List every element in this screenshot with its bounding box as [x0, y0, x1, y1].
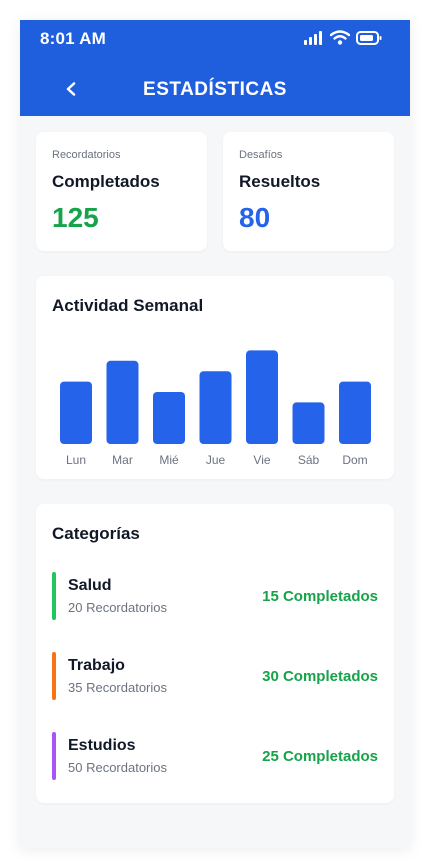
category-reminders: 35 Recordatorios [68, 680, 167, 695]
category-row-estudios[interactable]: Estudios 50 Recordatorios 25 Completados [52, 732, 378, 782]
stat-card-reminders: Recordatorios Completados 125 [36, 132, 207, 251]
bar-Lun [60, 381, 92, 444]
x-tick-label: Vie [253, 453, 270, 467]
categories-card: Categorías Salud 20 Recordatorios 15 Com… [36, 504, 394, 803]
weekly-activity-title: Actividad Semanal [52, 296, 204, 315]
stat-label: Desafíos [239, 149, 283, 161]
x-tick-label: Mié [159, 453, 179, 467]
bar-Jue [199, 371, 232, 444]
category-row-salud[interactable]: Salud 20 Recordatorios 15 Completados [52, 572, 378, 622]
category-completed: 30 Completados [262, 668, 378, 685]
x-tick-label: Lun [66, 453, 86, 467]
bar-Dom [339, 381, 371, 444]
bar-Mié [153, 392, 185, 444]
phone-screen: 8:01 AM ESTADÍSTICAS Recordatorios Compl… [20, 20, 410, 848]
x-tick-label: Jue [206, 453, 226, 467]
status-icons [304, 30, 382, 50]
weekly-activity-chart: Lun Mar Mié Jue Vie Sáb Dom [60, 350, 371, 467]
category-row-trabajo[interactable]: Trabajo 35 Recordatorios 30 Completados [52, 652, 378, 702]
category-color-bar [52, 572, 56, 620]
stat-label: Recordatorios [52, 149, 121, 161]
stat-value: 80 [239, 202, 271, 233]
bar-Sáb [292, 402, 325, 444]
category-name: Trabajo [68, 657, 125, 674]
stat-title: Completados [52, 172, 160, 191]
signal-icon [304, 30, 324, 50]
category-reminders: 50 Recordatorios [68, 760, 167, 775]
x-tick-label: Sáb [298, 453, 320, 467]
categories-title: Categorías [52, 524, 140, 543]
x-tick-label: Dom [342, 453, 367, 467]
bar-Vie [246, 350, 278, 444]
app-header: 8:01 AM ESTADÍSTICAS [20, 20, 410, 116]
category-color-bar [52, 732, 56, 780]
wifi-icon [329, 30, 351, 50]
category-completed: 15 Completados [262, 588, 378, 605]
battery-icon [356, 30, 382, 50]
stat-card-challenges: Desafíos Resueltos 80 [223, 132, 394, 251]
page-title: ESTADÍSTICAS [143, 79, 287, 100]
category-reminders: 20 Recordatorios [68, 600, 167, 615]
status-time: 8:01 AM [40, 29, 106, 48]
category-color-bar [52, 652, 56, 700]
stat-title: Resueltos [239, 172, 321, 191]
x-tick-label: Mar [112, 453, 133, 467]
category-name: Estudios [68, 737, 136, 754]
category-name: Salud [68, 577, 112, 594]
stat-value: 125 [52, 202, 99, 233]
bar-Mar [106, 360, 139, 444]
category-completed: 25 Completados [262, 748, 378, 765]
weekly-activity-card: Actividad Semanal Lun Mar Mié Jue Vie Sáb Dom [36, 276, 394, 479]
